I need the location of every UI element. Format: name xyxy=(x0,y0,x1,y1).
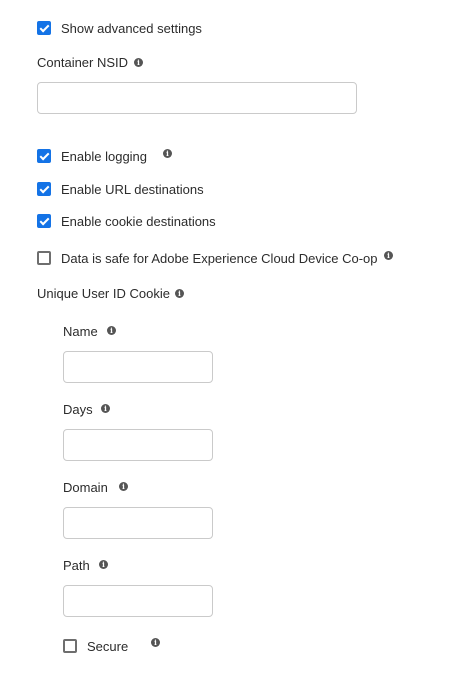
info-icon[interactable]: i xyxy=(107,326,116,335)
info-icon[interactable]: i xyxy=(163,149,172,158)
enable-url-destinations-checkbox[interactable] xyxy=(37,182,51,196)
info-icon[interactable]: i xyxy=(119,482,128,491)
secure-checkbox[interactable] xyxy=(63,639,77,653)
enable-logging-checkbox[interactable] xyxy=(37,149,51,163)
secure-checkbox-row[interactable]: Secure xyxy=(63,637,128,655)
info-icon[interactable]: i xyxy=(384,251,393,260)
info-icon[interactable]: i xyxy=(175,289,184,298)
cookie-path-input[interactable] xyxy=(63,585,213,617)
cookie-name-label: Name xyxy=(63,324,98,339)
show-advanced-settings-checkbox-row[interactable]: Show advanced settings xyxy=(37,19,202,37)
cookie-days-input[interactable] xyxy=(63,429,213,461)
device-coop-label: Data is safe for Adobe Experience Cloud … xyxy=(61,250,378,266)
cookie-name-input[interactable] xyxy=(63,351,213,383)
secure-label: Secure xyxy=(87,638,129,654)
enable-url-destinations-checkbox-row[interactable]: Enable URL destinations xyxy=(37,180,204,198)
enable-logging-label: Enable logging xyxy=(61,148,148,164)
enable-cookie-destinations-checkbox-row[interactable]: Enable cookie destinations xyxy=(37,212,216,230)
cookie-domain-input[interactable] xyxy=(63,507,213,539)
enable-cookie-destinations-checkbox[interactable] xyxy=(37,214,51,228)
enable-url-destinations-label: Enable URL destinations xyxy=(61,181,204,197)
enable-cookie-destinations-label: Enable cookie destinations xyxy=(61,213,216,229)
info-icon[interactable]: i xyxy=(151,638,160,647)
container-nsid-label: Container NSID xyxy=(37,55,129,70)
device-coop-checkbox[interactable] xyxy=(37,251,51,265)
show-advanced-settings-label: Show advanced settings xyxy=(61,20,202,36)
info-icon[interactable]: i xyxy=(134,58,143,67)
unique-user-id-cookie-label: Unique User ID Cookie xyxy=(37,286,170,301)
enable-logging-checkbox-row[interactable]: Enable logging xyxy=(37,147,147,165)
info-icon[interactable]: i xyxy=(99,560,108,569)
device-coop-checkbox-row[interactable]: Data is safe for Adobe Experience Cloud … xyxy=(37,249,378,267)
cookie-path-label: Path xyxy=(63,558,90,573)
show-advanced-settings-checkbox[interactable] xyxy=(37,21,51,35)
cookie-domain-label: Domain xyxy=(63,480,108,495)
cookie-days-label: Days xyxy=(63,402,93,417)
info-icon[interactable]: i xyxy=(101,404,110,413)
container-nsid-input[interactable] xyxy=(37,82,357,114)
